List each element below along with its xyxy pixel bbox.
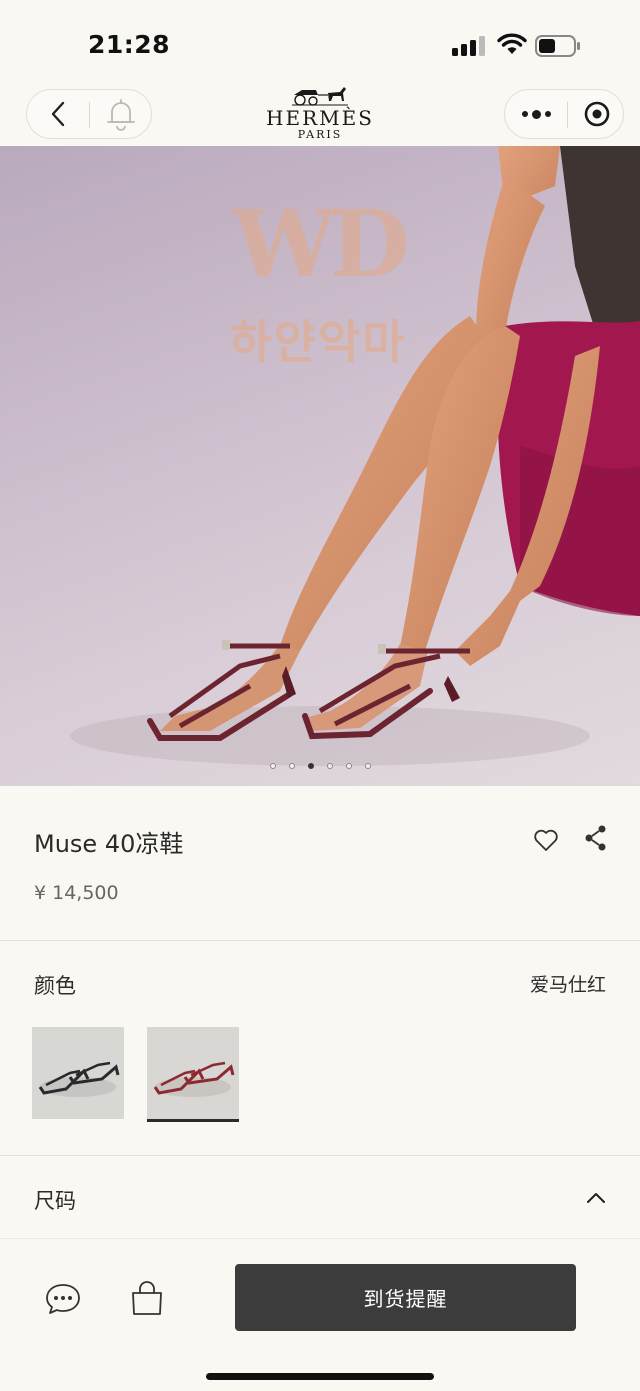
back-icon: [51, 101, 65, 127]
size-label: 尺码: [34, 1189, 76, 1213]
more-button[interactable]: [505, 90, 567, 138]
carousel-indicator: [0, 763, 640, 775]
nav-capsule-right: [504, 89, 624, 139]
chat-icon[interactable]: [44, 1281, 82, 1317]
chevron-up-icon[interactable]: [584, 1186, 608, 1210]
color-label: 颜色: [34, 974, 76, 998]
more-icon: [521, 109, 551, 119]
home-indicator: [206, 1373, 434, 1380]
shopping-bag-icon[interactable]: [128, 1279, 166, 1317]
brand-name: HERMÈS: [266, 106, 374, 130]
watermark: WD 하얀악마: [198, 174, 438, 394]
bottom-action-bar: 到货提醒: [0, 1238, 640, 1391]
selected-color-name: 爱马仕红: [529, 974, 606, 996]
black-sandal-thumbnail: [38, 1061, 120, 1097]
color-swatch-black[interactable]: [32, 1027, 124, 1119]
brand-logo[interactable]: HERMÈS PARIS: [260, 84, 380, 144]
product-title: Muse 40凉鞋: [34, 830, 184, 858]
notification-button[interactable]: [91, 90, 151, 138]
carousel-dot[interactable]: [269, 763, 276, 769]
watermark-text: 하얀악마: [229, 315, 407, 369]
status-time: 21:28: [88, 30, 171, 59]
divider: [0, 1155, 640, 1156]
close-icon: [584, 101, 610, 127]
header: HERMÈS PARIS: [0, 87, 640, 146]
carousel-dot[interactable]: [345, 763, 352, 769]
carousel-dot[interactable]: [288, 763, 295, 769]
watermark-logo: WD: [232, 190, 409, 298]
red-sandal-thumbnail: [153, 1061, 235, 1097]
share-icon[interactable]: [582, 824, 610, 852]
restock-notify-button[interactable]: 到货提醒: [235, 1264, 576, 1331]
status-bar: 21:28: [0, 0, 640, 90]
divider: [0, 940, 640, 941]
back-button[interactable]: [27, 90, 89, 138]
carousel-dot[interactable]: [326, 763, 333, 769]
capsule-divider: [89, 102, 90, 128]
favorite-heart-icon[interactable]: [532, 826, 560, 854]
brand-city: PARIS: [297, 128, 343, 141]
carousel-dot-active[interactable]: [307, 763, 314, 769]
capsule-divider: [567, 102, 568, 128]
selected-swatch-indicator: [147, 1119, 239, 1122]
carousel-dot[interactable]: [364, 763, 371, 769]
signal-icon: [452, 36, 488, 56]
nav-capsule-left: [26, 89, 152, 139]
battery-icon: [535, 35, 580, 57]
carriage-icon: [292, 87, 348, 106]
bell-icon: [107, 99, 135, 131]
product-price: ¥ 14,500: [34, 882, 119, 904]
product-image-carousel[interactable]: WD 하얀악마: [0, 146, 640, 786]
color-swatch-hermes-red[interactable]: [147, 1027, 239, 1119]
close-miniprogram-button[interactable]: [569, 90, 625, 138]
wifi-icon: [497, 33, 527, 54]
